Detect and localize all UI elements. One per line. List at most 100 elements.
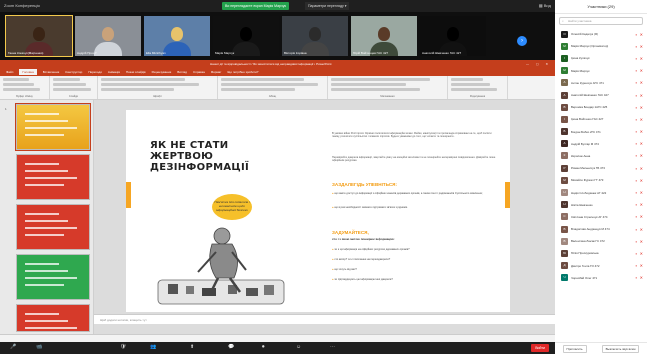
- video-tile[interactable]: Андрій Проц Г.: [75, 16, 141, 56]
- participant-row[interactable]: А Анатолій Шевченко ГАС 427 ▪ ✕: [555, 89, 647, 101]
- participant-row[interactable]: К Кирилюк Анна ▪ ✕: [555, 150, 647, 162]
- video-tile-name: Вікторія Ігорівна: [284, 51, 307, 55]
- mic-muted-icon: ✕: [639, 165, 643, 171]
- video-off-icon: ▪: [635, 43, 637, 49]
- ribbon-control[interactable]: [221, 88, 296, 91]
- mute-all-button[interactable]: Выключить звук всем: [601, 344, 640, 353]
- video-tile[interactable]: Вікторія Ігорівна: [282, 16, 348, 56]
- ribbon-group-label: Редагування: [469, 95, 486, 98]
- ribbon-tab[interactable]: Рецензування: [152, 70, 172, 74]
- ribbon-control[interactable]: [451, 78, 483, 81]
- ribbon-control[interactable]: [101, 83, 200, 86]
- participant-row[interactable]: М Марія Марчук (Організатор) ▪ ✕: [555, 40, 647, 52]
- slide-thumbnail[interactable]: 5: [16, 304, 90, 332]
- ribbon-group[interactable]: Слайди: [50, 76, 98, 99]
- ribbon-control[interactable]: [3, 78, 29, 81]
- participant-row[interactable]: Ю Юлія Проскуровська ▪ ✕: [555, 247, 647, 259]
- video-off-icon: ▪: [635, 104, 637, 110]
- participant-row[interactable]: І Ірина Войтенко ГАС 427 ▪ ✕: [555, 113, 647, 125]
- ribbon-tab[interactable]: Вставлення: [43, 70, 59, 74]
- video-tile[interactable]: Марія Марчук: [213, 16, 279, 56]
- ribbon-tab[interactable]: Файл: [6, 70, 13, 74]
- record-icon[interactable]: ⏺: [262, 344, 265, 350]
- ribbon-group[interactable]: Буфер обміну: [0, 76, 50, 99]
- participant-name: Марія Марчук: [571, 68, 590, 73]
- ribbon-control[interactable]: [221, 78, 305, 81]
- mic-icon[interactable]: 🎤: [10, 344, 16, 350]
- ribbon-tab[interactable]: Вигляд: [177, 70, 187, 74]
- participant-row[interactable]: А Антон Куренчук АГС 471 ▪ ✕: [555, 77, 647, 89]
- ribbon-control[interactable]: [53, 83, 86, 86]
- slide-thumbnail[interactable]: 4: [16, 254, 90, 300]
- ribbon-control[interactable]: [221, 83, 318, 86]
- participant-name: Роман Мельничук ГБ 473: [571, 166, 605, 171]
- participant-search-input[interactable]: ⌕ Найти участника: [559, 17, 643, 25]
- end-meeting-button[interactable]: Вийти: [531, 344, 549, 352]
- video-tile[interactable]: Анатолій Шевченко ГАС 427: [420, 16, 486, 56]
- camera-icon[interactable]: 📹: [36, 344, 42, 350]
- participant-row[interactable]: А Андрій Булгар М 474 ▪ ✕: [555, 138, 647, 150]
- next-videos-arrow-icon[interactable]: ›: [517, 36, 527, 46]
- slide-thumbnail[interactable]: 1: [5, 103, 91, 151]
- ribbon-tab[interactable]: Формат: [211, 70, 222, 74]
- participant-name: Нікіта Шевченко: [571, 202, 593, 207]
- participant-row[interactable]: О Олексій Кадачук (Я) ▪ ✕: [555, 28, 647, 40]
- video-tile[interactable]: Ella Mkrtchyan: [144, 16, 210, 56]
- participant-row[interactable]: Б Богдан Бобко 2ГС 471 ▪ ✕: [555, 126, 647, 138]
- participant-row[interactable]: В Владислав Андрющук М 474 ▪ ✕: [555, 223, 647, 235]
- ribbon-control[interactable]: [451, 83, 490, 86]
- ribbon-group[interactable]: Малювання: [328, 76, 448, 99]
- participant-row[interactable]: В Валентина Люсак ГС 472 ▪ ✕: [555, 235, 647, 247]
- thumbnail-text-line: [25, 113, 59, 115]
- participant-row[interactable]: Ч Чорнобай Олег 471 ▪ ✕: [555, 272, 647, 284]
- ribbon-control[interactable]: [3, 88, 40, 91]
- ribbon-control[interactable]: [3, 83, 35, 86]
- ribbon-group[interactable]: Шрифт: [98, 76, 218, 99]
- participants-icon[interactable]: 👥: [150, 344, 156, 350]
- security-icon[interactable]: 🛡: [120, 344, 126, 350]
- ribbon-tab[interactable]: Переходи: [88, 70, 102, 74]
- ribbon-control[interactable]: [331, 78, 431, 81]
- ribbon-tab[interactable]: Що потрібно зробити?: [228, 70, 259, 74]
- chat-icon[interactable]: 💬: [228, 344, 234, 350]
- reactions-icon[interactable]: ☺: [296, 344, 301, 350]
- participant-row[interactable]: М Марія Марчук ▪ ✕: [555, 65, 647, 77]
- notes-field[interactable]: Щоб додати нотатки, клацніть тут: [94, 314, 555, 324]
- ribbon-tab[interactable]: Показ слайдів: [126, 70, 146, 74]
- ribbon-tab[interactable]: Головна: [19, 69, 37, 75]
- participant-name: Світлана Стрельчук АГ 474: [571, 214, 608, 219]
- ribbon-control[interactable]: [101, 88, 175, 91]
- view-options-button[interactable]: Параметри перегляду ▾: [305, 2, 350, 10]
- head: [378, 27, 390, 41]
- window-controls[interactable]: — ▢ ✕: [526, 60, 551, 68]
- participant-row[interactable]: Н Нікіта Шевченко ▪ ✕: [555, 199, 647, 211]
- share-screen-icon[interactable]: ⬆: [190, 344, 194, 350]
- video-tile[interactable]: Юрій Войтенцев ГАС 427: [351, 16, 417, 56]
- participant-row[interactable]: М Михайло Фуркал ГТ 473 ▪ ✕: [555, 174, 647, 186]
- participant-row[interactable]: С Світлана Стрельчук АГ 474 ▪ ✕: [555, 211, 647, 223]
- participant-row[interactable]: Р Роман Мельничук ГБ 473 ▪ ✕: [555, 162, 647, 174]
- ribbon-control[interactable]: [331, 88, 421, 91]
- slide-thumbnail[interactable]: 3: [16, 204, 90, 250]
- ribbon-tab[interactable]: Справка: [193, 70, 205, 74]
- participant-row[interactable]: Н Надія Слободянюк АГ 422 ▪ ✕: [555, 186, 647, 198]
- slide-thumbnail[interactable]: 2: [16, 154, 90, 200]
- video-off-icon: ▪: [635, 250, 637, 256]
- video-tile[interactable]: Ганна Кокачук(Марченко): [5, 15, 73, 57]
- ribbon-tab[interactable]: Конструктор: [65, 70, 82, 74]
- layout-button[interactable]: ▦ Вид: [539, 3, 551, 8]
- ribbon-group[interactable]: Редагування: [448, 76, 508, 99]
- invite-button[interactable]: Пригласить: [562, 344, 587, 353]
- ribbon-control[interactable]: [53, 88, 92, 91]
- ribbon-control[interactable]: [53, 78, 81, 81]
- participant-row[interactable]: І Ірина Кулачук ▪ ✕: [555, 52, 647, 64]
- ribbon-control[interactable]: [101, 78, 185, 81]
- participant-row[interactable]: В Вероніка Бондар 1АГС 425 ▪ ✕: [555, 101, 647, 113]
- ribbon-control[interactable]: [331, 83, 406, 86]
- ribbon-group-label: Шрифт: [153, 95, 162, 98]
- ribbon-group[interactable]: Абзац: [218, 76, 328, 99]
- ribbon-control[interactable]: [451, 88, 497, 91]
- more-icon[interactable]: ⋯: [330, 344, 335, 350]
- participant-row[interactable]: Д Дмитро Гонта ГО 472 ▪ ✕: [555, 260, 647, 272]
- ribbon-tab[interactable]: Анімація: [108, 70, 120, 74]
